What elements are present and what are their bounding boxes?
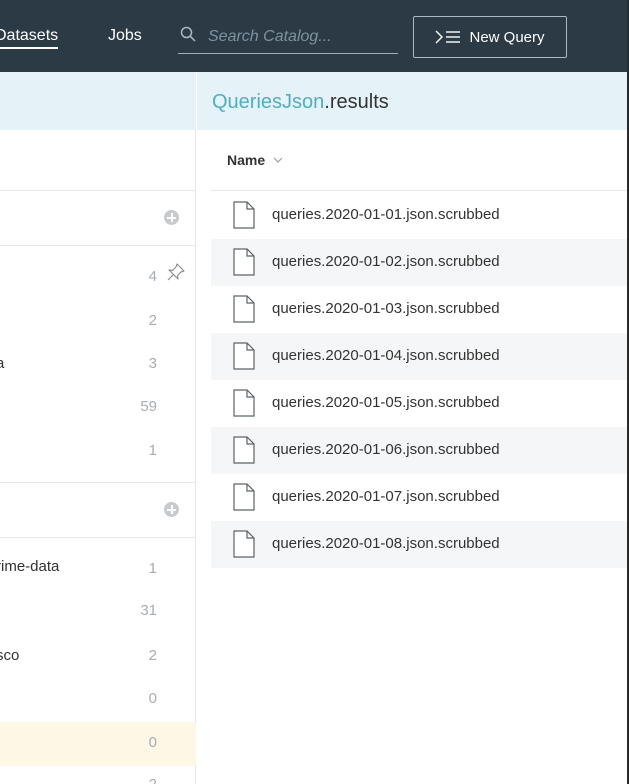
breadcrumb-current: results bbox=[329, 91, 389, 113]
file-name: queries.2020-01-08.json.scrubbed bbox=[272, 535, 500, 552]
file-icon bbox=[233, 436, 255, 464]
divider bbox=[0, 190, 196, 191]
file-list: queries.2020-01-01.json.scrubbed queries… bbox=[211, 192, 627, 568]
new-query-label: New Query bbox=[469, 28, 545, 46]
divider bbox=[211, 190, 627, 191]
space-name[interactable]: a bbox=[0, 355, 4, 372]
source-count: 2 bbox=[148, 647, 157, 664]
breadcrumb-parent-link[interactable]: QueriesJson bbox=[212, 91, 324, 113]
file-icon bbox=[233, 248, 255, 276]
divider bbox=[0, 482, 196, 483]
left-panel: 4 2 a 3 59 1 rime-data 1 31 sco 2 0 0 2 bbox=[0, 72, 196, 784]
search-icon bbox=[180, 26, 196, 42]
space-count: 4 bbox=[148, 268, 157, 285]
file-name: queries.2020-01-04.json.scrubbed bbox=[272, 347, 500, 364]
file-icon bbox=[233, 201, 255, 229]
nav-jobs-link[interactable]: Jobs bbox=[108, 26, 142, 46]
file-row[interactable]: queries.2020-01-03.json.scrubbed bbox=[211, 286, 627, 333]
file-name: queries.2020-01-07.json.scrubbed bbox=[272, 488, 500, 505]
file-icon bbox=[233, 389, 255, 417]
chevron-down-icon bbox=[273, 157, 283, 163]
pin-icon[interactable] bbox=[166, 262, 186, 282]
file-icon bbox=[233, 295, 255, 323]
breadcrumb-bar: QueriesJson.results bbox=[197, 72, 627, 130]
file-row[interactable]: queries.2020-01-02.json.scrubbed bbox=[211, 239, 627, 286]
divider bbox=[0, 537, 196, 538]
file-name: queries.2020-01-06.json.scrubbed bbox=[272, 441, 500, 458]
nav-datasets-link[interactable]: Datasets bbox=[0, 26, 59, 49]
divider bbox=[0, 245, 196, 246]
file-row[interactable]: queries.2020-01-06.json.scrubbed bbox=[211, 427, 627, 474]
file-icon bbox=[233, 483, 255, 511]
app-window: Datasets Jobs New Query 4 bbox=[0, 0, 629, 784]
space-count: 2 bbox=[148, 312, 157, 329]
name-column-label: Name bbox=[227, 152, 266, 168]
search-box bbox=[178, 22, 398, 54]
source-count: 0 bbox=[148, 734, 157, 751]
source-count: 2 bbox=[117, 776, 157, 784]
top-nav-bar: Datasets Jobs New Query bbox=[0, 0, 627, 72]
source-name[interactable]: rime-data bbox=[0, 558, 59, 575]
file-row[interactable]: queries.2020-01-04.json.scrubbed bbox=[211, 333, 627, 380]
search-input[interactable] bbox=[208, 26, 394, 48]
file-row[interactable]: queries.2020-01-07.json.scrubbed bbox=[211, 474, 627, 521]
file-name: queries.2020-01-05.json.scrubbed bbox=[272, 394, 500, 411]
space-count: 1 bbox=[148, 442, 157, 459]
source-count: 31 bbox=[140, 602, 157, 619]
space-count: 59 bbox=[140, 398, 157, 415]
file-name: queries.2020-01-01.json.scrubbed bbox=[272, 206, 500, 223]
new-query-button[interactable]: New Query bbox=[413, 16, 567, 58]
file-row[interactable]: queries.2020-01-08.json.scrubbed bbox=[211, 521, 627, 568]
folder-contents-panel: QueriesJson.results Name queries.2020-01… bbox=[197, 72, 627, 784]
file-row[interactable]: queries.2020-01-05.json.scrubbed bbox=[211, 380, 627, 427]
source-name[interactable]: sco bbox=[0, 647, 19, 664]
selected-source-row[interactable] bbox=[0, 722, 196, 766]
file-icon bbox=[233, 342, 255, 370]
space-count: 3 bbox=[148, 355, 157, 372]
file-row[interactable]: queries.2020-01-01.json.scrubbed bbox=[211, 192, 627, 239]
source-count: 0 bbox=[148, 690, 157, 707]
left-panel-header bbox=[0, 72, 196, 130]
add-circle-icon[interactable] bbox=[164, 502, 179, 517]
name-column-header[interactable]: Name bbox=[227, 152, 283, 168]
new-query-icon bbox=[435, 30, 461, 44]
breadcrumb: QueriesJson.results bbox=[212, 90, 389, 114]
file-name: queries.2020-01-03.json.scrubbed bbox=[272, 300, 500, 317]
file-name: queries.2020-01-02.json.scrubbed bbox=[272, 253, 500, 270]
file-icon bbox=[233, 530, 255, 558]
add-circle-icon[interactable] bbox=[164, 210, 179, 225]
source-count: 1 bbox=[148, 560, 157, 577]
